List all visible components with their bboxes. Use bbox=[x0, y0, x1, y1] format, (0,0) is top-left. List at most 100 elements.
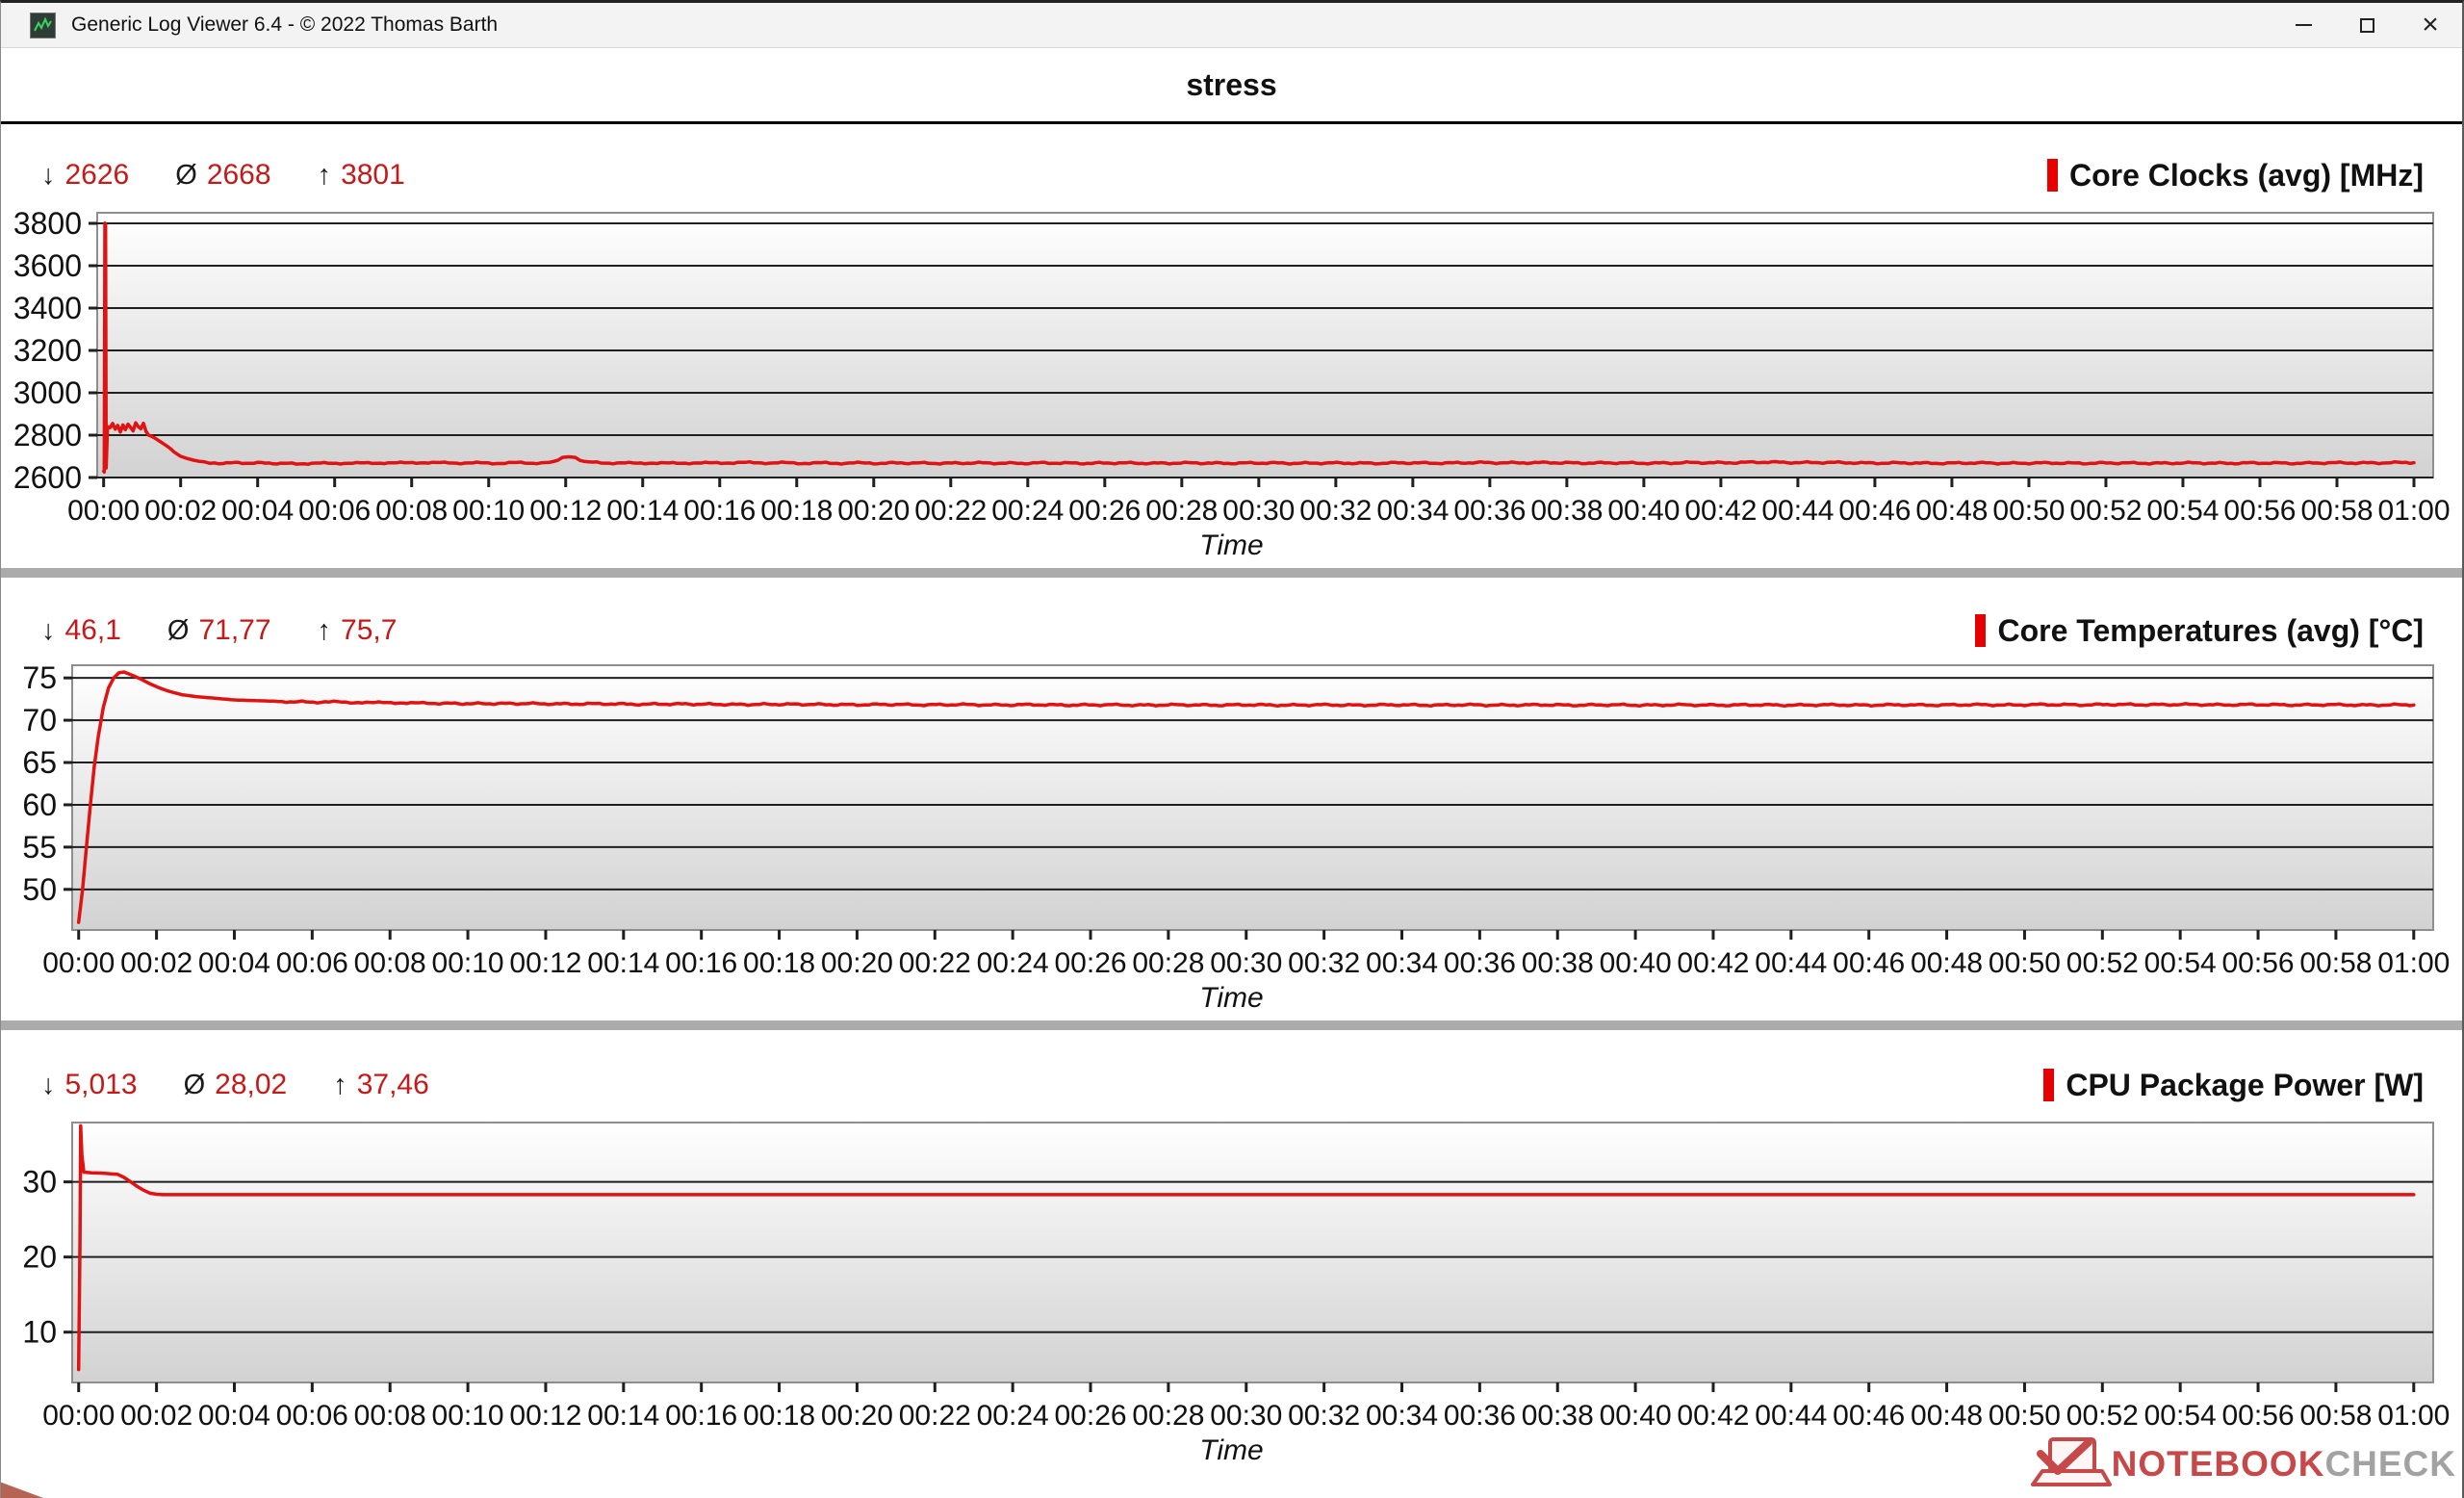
avg-value: 71,77 bbox=[198, 614, 270, 647]
page-header: stress bbox=[1, 48, 2462, 121]
minimize-button[interactable] bbox=[2272, 3, 2335, 47]
cpu-package-power-stats: ↓5,013 Ø28,02 ↑37,46 bbox=[41, 1069, 429, 1101]
maximize-button[interactable] bbox=[2335, 3, 2399, 47]
svg-text:00:40: 00:40 bbox=[1600, 947, 1672, 979]
legend-marker-icon bbox=[2047, 159, 2058, 192]
svg-text:00:36: 00:36 bbox=[1444, 1400, 1516, 1432]
max-value: 3801 bbox=[341, 159, 405, 192]
svg-text:00:50: 00:50 bbox=[1992, 495, 2065, 527]
window-title: Generic Log Viewer 6.4 - © 2022 Thomas B… bbox=[71, 13, 498, 37]
svg-text:70: 70 bbox=[22, 703, 57, 737]
max-arrow-icon: ↑ bbox=[318, 615, 332, 647]
svg-text:00:46: 00:46 bbox=[1838, 495, 1911, 527]
svg-text:00:52: 00:52 bbox=[2066, 947, 2139, 979]
legend-label: Core Clocks (avg) [MHz] bbox=[2069, 158, 2424, 194]
titlebar: Generic Log Viewer 6.4 - © 2022 Thomas B… bbox=[1, 3, 2462, 48]
max-value: 75,7 bbox=[341, 614, 397, 647]
svg-text:20: 20 bbox=[22, 1240, 57, 1275]
minimize-icon bbox=[2296, 24, 2312, 26]
svg-text:00:04: 00:04 bbox=[198, 1400, 270, 1432]
svg-text:00:16: 00:16 bbox=[665, 1400, 737, 1432]
svg-text:00:50: 00:50 bbox=[1989, 1400, 2061, 1432]
avg-value: 2668 bbox=[207, 159, 271, 192]
x-axis-title: Time bbox=[1, 529, 2462, 568]
svg-text:00:44: 00:44 bbox=[1755, 1400, 1827, 1432]
cpu-package-power-chart[interactable]: 10203000:0000:0200:0400:0600:0800:1000:1… bbox=[1, 1107, 2464, 1434]
svg-text:00:40: 00:40 bbox=[1607, 495, 1680, 527]
panel-separator bbox=[1, 568, 2462, 578]
svg-text:00:14: 00:14 bbox=[606, 495, 679, 527]
svg-text:10: 10 bbox=[22, 1315, 57, 1350]
svg-text:00:04: 00:04 bbox=[221, 495, 294, 527]
legend-label: Core Temperatures (avg) [°C] bbox=[1997, 613, 2424, 649]
maximize-icon bbox=[2360, 18, 2374, 33]
svg-text:01:00: 01:00 bbox=[2377, 947, 2450, 979]
svg-text:3600: 3600 bbox=[13, 248, 82, 283]
svg-text:00:08: 00:08 bbox=[354, 947, 426, 979]
svg-text:3800: 3800 bbox=[13, 206, 82, 241]
svg-text:00:34: 00:34 bbox=[1376, 495, 1449, 527]
svg-text:00:38: 00:38 bbox=[1530, 495, 1603, 527]
cpu-package-power-legend: CPU Package Power [W] bbox=[2043, 1068, 2424, 1103]
svg-text:00:20: 00:20 bbox=[821, 947, 893, 979]
core-temperatures-panel: ↓46,1 Ø71,77 ↑75,7 Core Temperatures (av… bbox=[1, 578, 2462, 1020]
max-arrow-icon: ↑ bbox=[318, 160, 332, 192]
svg-text:00:24: 00:24 bbox=[977, 1400, 1049, 1432]
average-icon: Ø bbox=[167, 615, 190, 647]
svg-text:00:12: 00:12 bbox=[509, 947, 581, 979]
svg-text:01:00: 01:00 bbox=[2377, 495, 2450, 527]
svg-text:00:04: 00:04 bbox=[198, 947, 270, 979]
max-arrow-icon: ↑ bbox=[333, 1070, 347, 1101]
svg-text:00:28: 00:28 bbox=[1132, 1400, 1204, 1432]
cpu-package-power-panel: ↓5,013 Ø28,02 ↑37,46 CPU Package Power [… bbox=[1, 1030, 2462, 1473]
min-value: 5,013 bbox=[65, 1069, 138, 1101]
avg-value: 28,02 bbox=[215, 1069, 287, 1101]
svg-text:3400: 3400 bbox=[13, 291, 82, 325]
svg-text:00:48: 00:48 bbox=[1915, 495, 1988, 527]
min-value: 2626 bbox=[65, 159, 130, 192]
watermark-text-primary: NOTEBOOK bbox=[2112, 1444, 2325, 1485]
core-clocks-legend: Core Clocks (avg) [MHz] bbox=[2047, 158, 2424, 194]
svg-text:00:26: 00:26 bbox=[1068, 495, 1141, 527]
average-icon: Ø bbox=[184, 1070, 206, 1101]
core-temperatures-chart[interactable]: 50556065707500:0000:0200:0400:0600:0800:… bbox=[1, 653, 2464, 982]
svg-text:00:42: 00:42 bbox=[1684, 495, 1757, 527]
x-axis-title: Time bbox=[1, 982, 2462, 1020]
svg-text:00:56: 00:56 bbox=[2222, 947, 2295, 979]
close-button[interactable]: × bbox=[2399, 3, 2462, 47]
svg-text:00:30: 00:30 bbox=[1210, 947, 1282, 979]
svg-text:3200: 3200 bbox=[13, 333, 82, 368]
svg-text:00:26: 00:26 bbox=[1054, 1400, 1126, 1432]
svg-text:00:02: 00:02 bbox=[120, 947, 192, 979]
core-clocks-stats: ↓2626 Ø2668 ↑3801 bbox=[41, 159, 405, 192]
svg-text:00:10: 00:10 bbox=[452, 495, 525, 527]
svg-text:00:20: 00:20 bbox=[837, 495, 910, 527]
svg-text:00:38: 00:38 bbox=[1522, 1400, 1594, 1432]
svg-text:30: 30 bbox=[22, 1165, 57, 1200]
svg-text:00:24: 00:24 bbox=[991, 495, 1064, 527]
min-arrow-icon: ↓ bbox=[41, 160, 56, 192]
svg-text:00:44: 00:44 bbox=[1761, 495, 1834, 527]
svg-text:00:48: 00:48 bbox=[1911, 1400, 1983, 1432]
svg-text:00:54: 00:54 bbox=[2144, 947, 2217, 979]
core-clocks-chart[interactable]: 260028003000320034003600380000:0000:0200… bbox=[1, 197, 2464, 529]
svg-text:00:22: 00:22 bbox=[899, 1400, 971, 1432]
svg-text:00:20: 00:20 bbox=[821, 1400, 893, 1432]
svg-text:00:32: 00:32 bbox=[1288, 947, 1360, 979]
svg-text:50: 50 bbox=[22, 872, 57, 907]
svg-text:00:32: 00:32 bbox=[1288, 1400, 1360, 1432]
svg-text:00:12: 00:12 bbox=[509, 1400, 581, 1432]
svg-text:00:38: 00:38 bbox=[1522, 947, 1594, 979]
svg-text:00:16: 00:16 bbox=[665, 947, 737, 979]
legend-marker-icon bbox=[2043, 1069, 2054, 1101]
svg-text:00:02: 00:02 bbox=[120, 1400, 192, 1432]
svg-text:00:18: 00:18 bbox=[743, 1400, 815, 1432]
svg-text:00:46: 00:46 bbox=[1833, 1400, 1905, 1432]
svg-text:00:00: 00:00 bbox=[67, 495, 140, 527]
svg-text:00:36: 00:36 bbox=[1453, 495, 1526, 527]
svg-text:00:06: 00:06 bbox=[276, 1400, 348, 1432]
svg-text:65: 65 bbox=[22, 745, 57, 780]
svg-text:00:08: 00:08 bbox=[375, 495, 448, 527]
svg-text:00:44: 00:44 bbox=[1755, 947, 1827, 979]
svg-text:00:58: 00:58 bbox=[2299, 947, 2372, 979]
